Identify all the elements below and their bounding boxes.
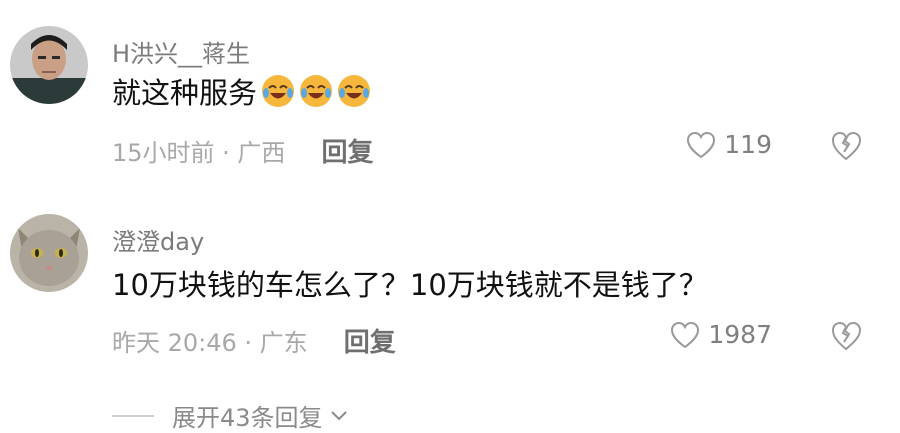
avatar[interactable]	[10, 26, 88, 104]
comment-time-location: 15小时前 · 广西	[112, 139, 286, 167]
comment-time-location: 昨天 20:46 · 广东	[112, 329, 308, 357]
heart-icon	[687, 131, 716, 158]
heart-icon	[671, 321, 700, 348]
reply-button[interactable]: 回复	[344, 322, 396, 359]
avatar[interactable]	[10, 214, 88, 292]
like-button[interactable]: 119	[686, 130, 772, 159]
like-button[interactable]: 1987	[670, 320, 772, 349]
comment-text: 就这种服务	[112, 70, 371, 112]
comment-username[interactable]: 澄澄day	[112, 222, 204, 257]
chevron-down-icon	[330, 410, 347, 420]
like-count: 1987	[708, 320, 772, 349]
comment-username[interactable]: H洪兴__蒋生	[112, 34, 250, 69]
broken-heart-icon[interactable]	[830, 130, 862, 162]
reply-button[interactable]: 回复	[321, 132, 373, 169]
divider-line	[112, 414, 154, 417]
comment-text-content: 10万块钱的车怎么了？10万块钱就不是钱了？	[112, 268, 708, 302]
comment-meta: 昨天 20:46 · 广东 回复	[112, 322, 396, 359]
laugh-cry-emoji-icon	[262, 75, 295, 107]
comment-text-content: 就这种服务	[112, 76, 258, 110]
laugh-cry-emoji-icon	[338, 75, 371, 107]
comment-text: 10万块钱的车怎么了？10万块钱就不是钱了？	[112, 262, 708, 304]
laugh-cry-emoji-icon	[300, 75, 333, 107]
expand-replies-label: 展开43条回复	[172, 404, 323, 432]
comment-meta: 15小时前 · 广西 回复	[112, 132, 373, 169]
broken-heart-icon[interactable]	[830, 320, 862, 352]
like-count: 119	[724, 130, 772, 159]
expand-replies-button[interactable]: 展开43条回复	[112, 398, 349, 433]
